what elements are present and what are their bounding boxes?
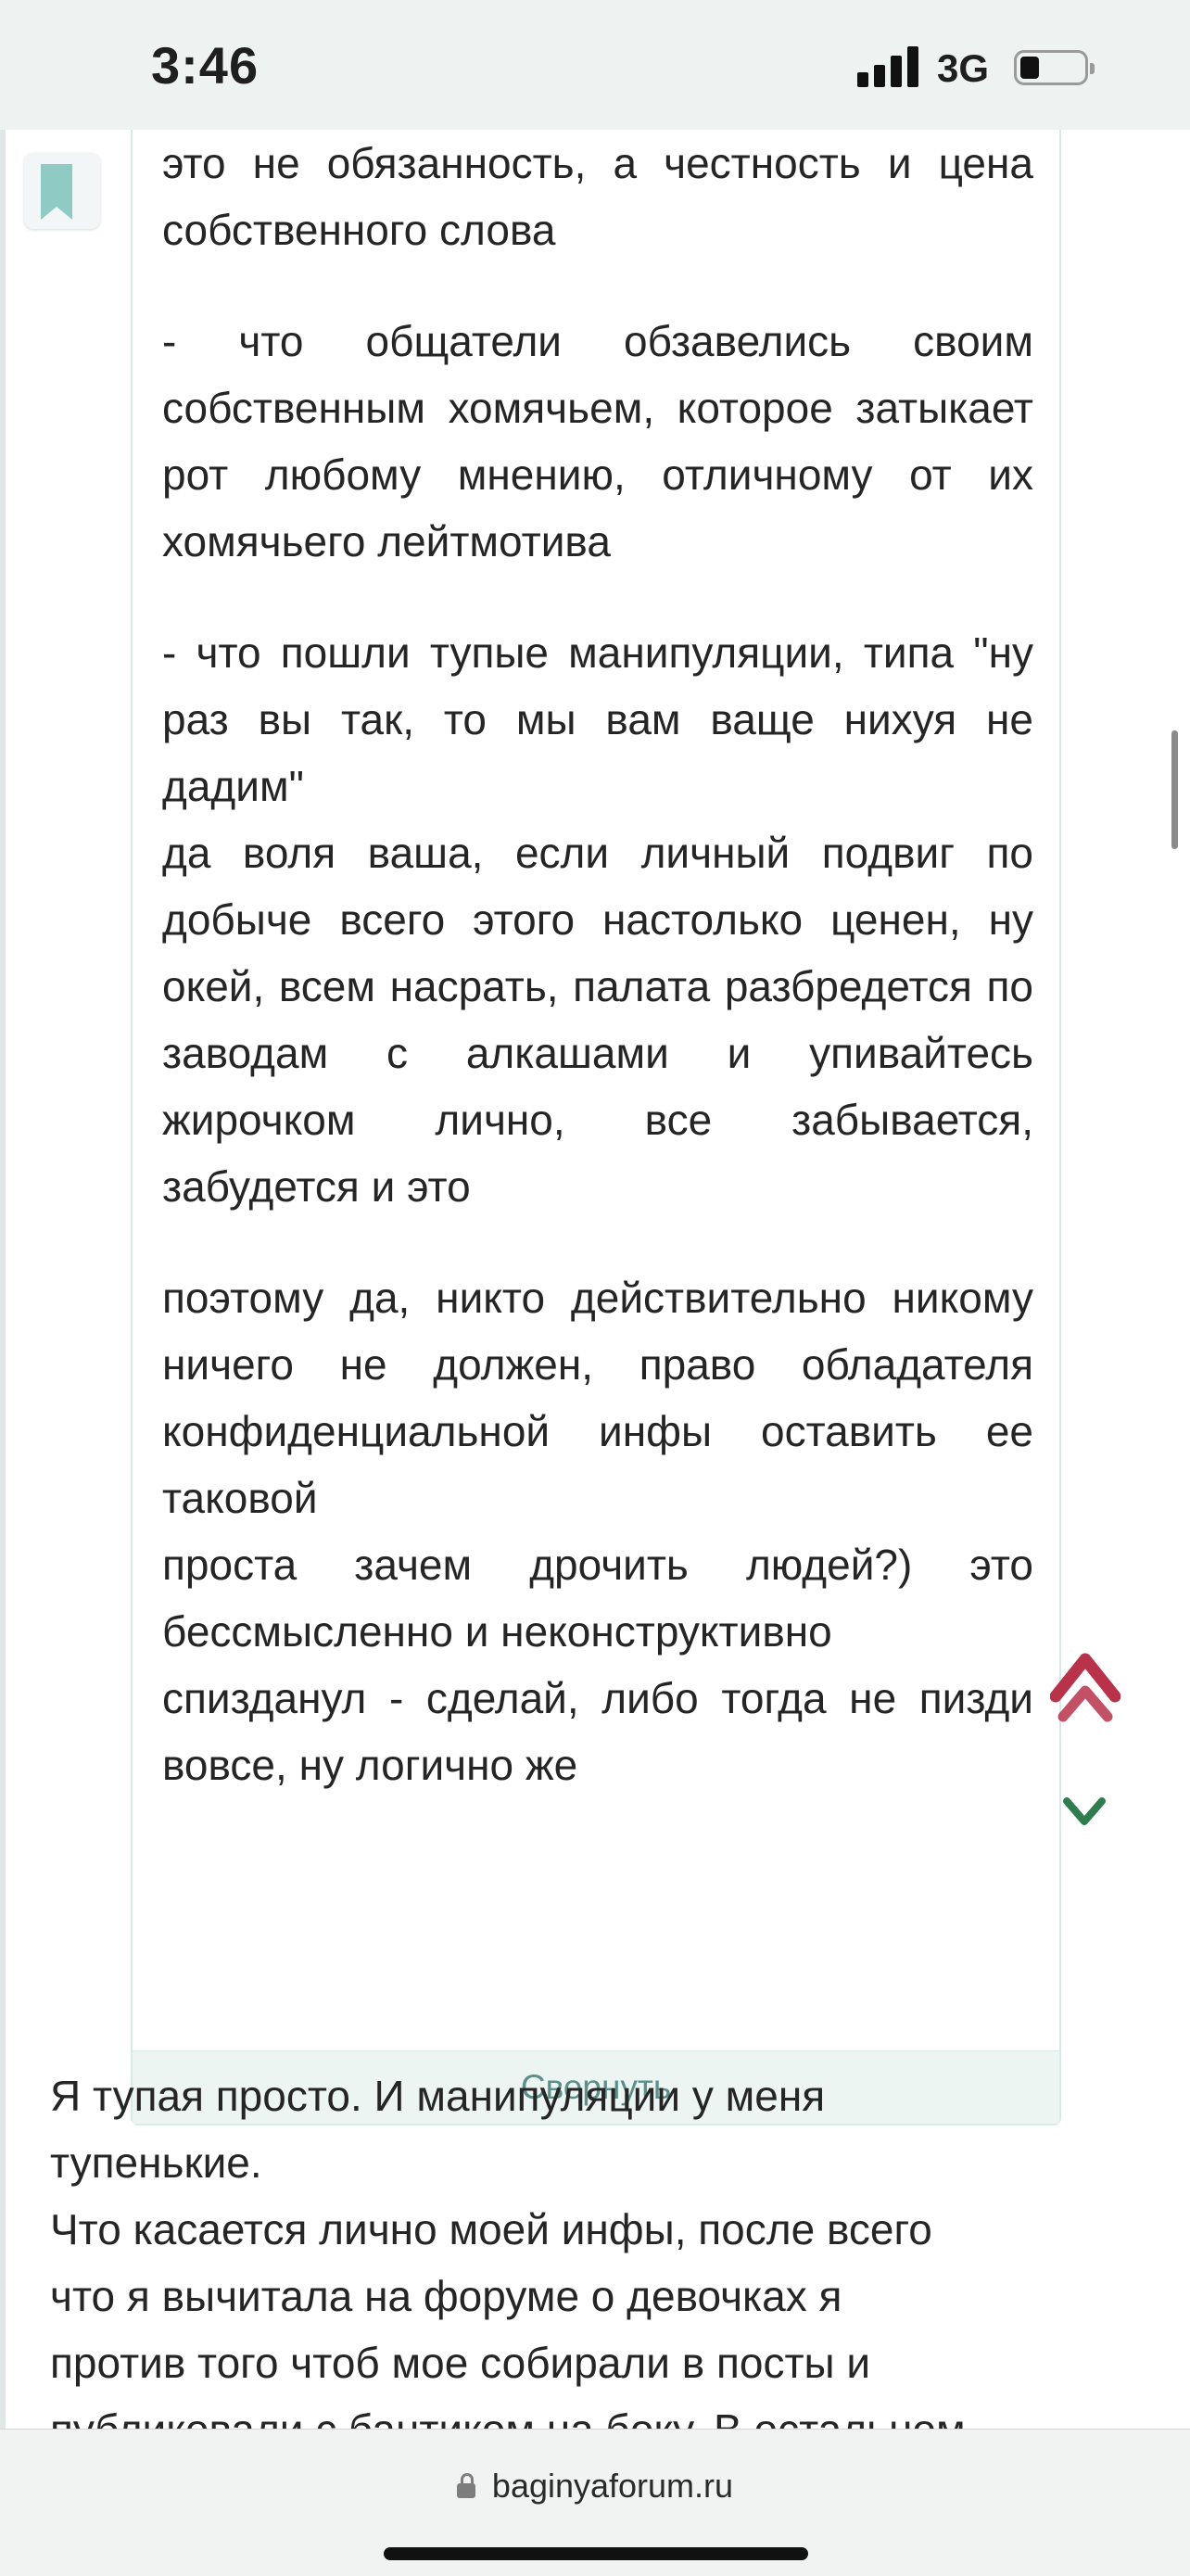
browser-address-bar[interactable]: baginyaforum.ru — [0, 2429, 1190, 2576]
bookmark-icon[interactable] — [24, 153, 100, 229]
post-line: Что касается лично моей инфы, после всег… — [50, 2205, 932, 2253]
forum-page[interactable]: это не обязанность, а честность и цена с… — [0, 130, 1190, 2429]
quote-text: это не обязанность, а честность и цена с… — [162, 130, 1033, 1798]
quote-paragraph: это не обязанность, а честность и цена с… — [162, 139, 1033, 254]
post-line: против того чтоб мое собирали в посты и — [50, 2339, 871, 2387]
chevron-down-icon[interactable] — [1061, 1794, 1108, 1831]
post-line: Я тупая просто. И манипуляции у меня — [50, 2072, 826, 2120]
url-display[interactable]: baginyaforum.ru — [0, 2467, 1190, 2506]
double-chevron-up-icon[interactable] — [1050, 1650, 1120, 1724]
post-line: тупенькие. — [50, 2138, 262, 2187]
post-left-border — [0, 130, 6, 2429]
status-time: 3:46 — [151, 36, 260, 95]
post-line: что я вычитала на форуме о девочках я — [50, 2272, 842, 2320]
home-indicator[interactable] — [384, 2547, 808, 2560]
scrollbar[interactable] — [1171, 730, 1178, 849]
battery-icon — [1014, 50, 1095, 85]
lock-icon — [456, 2473, 475, 2498]
status-bar: 3:46 3G — [0, 0, 1190, 130]
url-text: baginyaforum.ru — [491, 2467, 734, 2505]
quote-paragraph: проста зачем дрочить людей?) это бессмыс… — [162, 1541, 1033, 1656]
cellular-signal-icon — [857, 44, 920, 87]
quote-paragraph: да воля ваша, если личный подвиг по добы… — [162, 829, 1033, 1211]
quote-paragraph: - что пошли тупые манипуляции, типа "ну … — [162, 628, 1033, 810]
post-body: Я тупая просто. И манипуляции у меня туп… — [50, 2062, 1153, 2429]
quote-paragraph: спизданул - сделай, либо тогда не пизди … — [162, 1674, 1033, 1789]
network-type: 3G — [937, 46, 990, 90]
post-line: публиковали с бантиком на боку. В осталь… — [50, 2396, 1153, 2429]
quote-paragraph: поэтому да, никто действительно никому н… — [162, 1274, 1033, 1522]
quote-block: это не обязанность, а честность и цена с… — [131, 130, 1061, 2126]
quote-paragraph: - что общатели обзавелись своим собствен… — [162, 317, 1033, 565]
